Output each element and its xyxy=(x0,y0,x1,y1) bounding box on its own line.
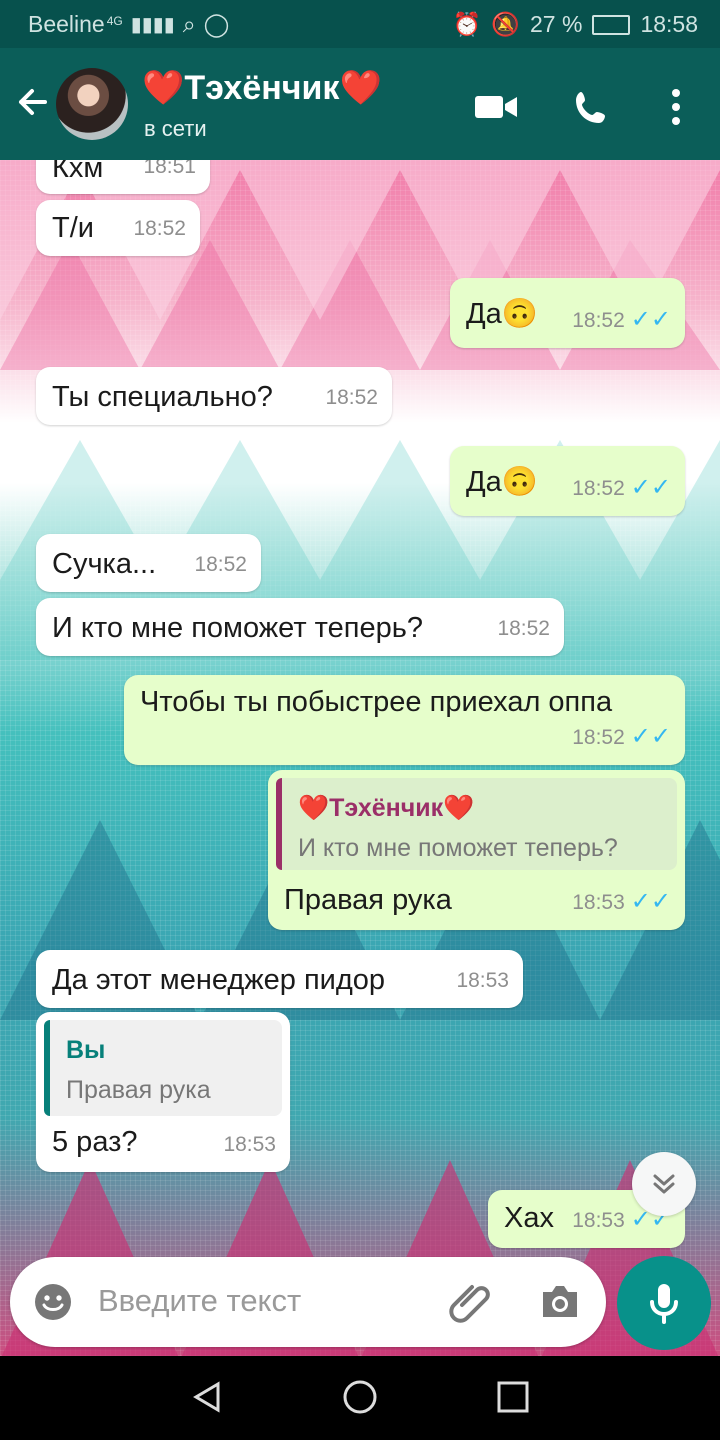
message-time: 18:53 xyxy=(572,1209,625,1232)
video-camera-icon xyxy=(475,96,517,118)
double-chevron-down-icon xyxy=(653,1174,675,1194)
incoming-message[interactable]: Ты специально? 18:52 xyxy=(36,367,392,425)
message-text: Да🙃 xyxy=(466,466,538,498)
battery-percent: 27 % xyxy=(530,11,583,37)
outgoing-message[interactable]: Да🙃 18:52 ✓✓ xyxy=(450,446,685,516)
outgoing-message[interactable]: ❤️Тэхёнчик❤️ И кто мне поможет теперь? П… xyxy=(268,770,685,930)
read-checkmarks-icon: ✓✓ xyxy=(630,723,671,750)
reply-text: И кто мне поможет теперь? xyxy=(298,834,618,862)
message-time: 18:52 xyxy=(325,386,378,409)
more-vertical-icon xyxy=(672,89,680,125)
message-text: Кхм xyxy=(52,160,104,184)
read-checkmarks-icon: ✓✓ xyxy=(630,306,671,333)
android-navigation-bar xyxy=(0,1356,720,1440)
reply-preview[interactable]: Вы Правая рука xyxy=(44,1020,282,1116)
contact-avatar[interactable] xyxy=(56,68,128,140)
recent-apps-square-icon[interactable] xyxy=(496,1380,530,1414)
phone-icon xyxy=(576,92,605,123)
incoming-message[interactable]: Да этот менеджер пидор 18:53 xyxy=(36,950,523,1008)
incoming-message[interactable]: И кто мне поможет теперь? 18:52 xyxy=(36,598,564,656)
message-text: Ты специально? xyxy=(52,381,273,413)
message-time: 18:52 xyxy=(572,726,625,749)
carrier-label: Beeline xyxy=(28,11,105,37)
home-circle-icon[interactable] xyxy=(343,1380,377,1414)
incoming-message[interactable]: Сучка... 18:52 xyxy=(36,534,261,592)
message-input[interactable]: Введите текст xyxy=(98,1283,301,1319)
status-bar: Beeline 4G ▮▮▮▮ ⌕ ◯ ⏰ 🔕 27 % 18:58 xyxy=(0,0,720,48)
message-text: Чтобы ты побыстрее приехал оппа xyxy=(140,686,613,718)
incoming-message[interactable]: Вы Правая рука 5 раз? 18:53 xyxy=(36,1012,290,1172)
chat-header: ❤️Тэхёнчик❤️ в сети xyxy=(0,48,720,160)
mute-icon: 🔕 xyxy=(491,11,520,37)
voice-message-button[interactable] xyxy=(617,1256,711,1350)
contact-status: в сети xyxy=(144,116,207,141)
message-time: 18:51 xyxy=(143,160,196,178)
outgoing-message[interactable]: Да🙃 18:52 ✓✓ xyxy=(450,278,685,348)
read-checkmarks-icon: ✓✓ xyxy=(630,888,671,915)
video-call-button[interactable] xyxy=(472,83,520,131)
message-time: 18:53 xyxy=(572,891,625,914)
camera-icon[interactable] xyxy=(538,1282,582,1322)
reply-accent-bar xyxy=(44,1020,50,1116)
alarm-icon: ⏰ xyxy=(452,11,482,37)
reply-preview[interactable]: ❤️Тэхёнчик❤️ И кто мне поможет теперь? xyxy=(276,778,677,870)
message-text: Т/и xyxy=(52,212,94,244)
back-arrow-icon[interactable] xyxy=(12,82,52,122)
incoming-message[interactable]: Кхм 18:51 xyxy=(36,160,210,194)
message-text: Да🙃 xyxy=(466,298,538,330)
battery-icon xyxy=(592,14,631,35)
microphone-icon xyxy=(650,1284,678,1324)
incoming-message[interactable]: Т/и 18:52 xyxy=(36,200,200,256)
read-checkmarks-icon: ✓✓ xyxy=(630,474,671,501)
message-text: Да этот менеджер пидор xyxy=(52,964,386,996)
reply-text: Правая рука xyxy=(66,1076,211,1104)
message-text: Сучка... xyxy=(52,548,157,580)
signal-icon: ▮▮▮▮ xyxy=(130,14,175,36)
clock: 18:58 xyxy=(640,11,698,37)
emoji-icon[interactable] xyxy=(32,1281,74,1323)
scroll-to-bottom-button[interactable] xyxy=(632,1152,696,1216)
network-label: 4G xyxy=(106,13,123,28)
message-time: 18:53 xyxy=(223,1133,276,1156)
back-triangle-icon[interactable] xyxy=(190,1380,224,1414)
message-text: Правая рука xyxy=(284,884,452,916)
whatsapp-icon: ◯ xyxy=(203,11,230,37)
chat-area[interactable]: Кхм 18:51 Т/и 18:52 Да🙃 18:52 ✓✓ Ты специ… xyxy=(0,160,720,1356)
message-text: Хах xyxy=(504,1202,554,1234)
message-text: И кто мне поможет теперь? xyxy=(52,612,423,644)
reply-author: ❤️Тэхёнчик❤️ xyxy=(298,794,475,822)
message-composer: Введите текст xyxy=(10,1257,606,1347)
message-time: 18:53 xyxy=(456,969,509,992)
message-time: 18:52 xyxy=(133,217,186,240)
message-time: 18:52 xyxy=(497,617,550,640)
message-time: 18:52 xyxy=(194,553,247,576)
contact-name[interactable]: ❤️Тэхёнчик❤️ xyxy=(142,68,382,108)
message-text: 5 раз? xyxy=(52,1126,138,1158)
voice-call-button[interactable] xyxy=(568,83,616,131)
search-icon: ⌕ xyxy=(182,11,196,37)
reply-accent-bar xyxy=(276,778,282,870)
outgoing-message[interactable]: Чтобы ты побыстрее приехал оппа 18:52 ✓✓ xyxy=(124,675,685,765)
reply-author: Вы xyxy=(66,1036,106,1064)
message-time: 18:52 xyxy=(572,477,625,500)
more-options-button[interactable] xyxy=(652,83,700,131)
message-time: 18:52 xyxy=(572,309,625,332)
attachment-icon[interactable] xyxy=(448,1279,494,1325)
